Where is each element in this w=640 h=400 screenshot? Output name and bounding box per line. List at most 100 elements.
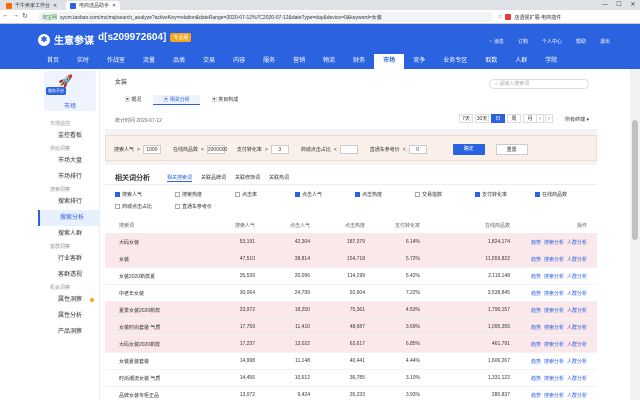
date-range-button[interactable]: 周 (507, 114, 521, 123)
browser-tab-active[interactable]: 电商选品助手 ✕ (66, 1, 121, 10)
nav-item[interactable]: 物流 (314, 54, 344, 69)
nav-item[interactable]: 服务 (254, 54, 284, 69)
row-action-link[interactable]: 趋势 (531, 240, 541, 246)
star-icon[interactable]: ☆ (498, 14, 502, 20)
category-name[interactable]: 女装 (115, 77, 127, 86)
close-window-button[interactable]: ✕ (626, 0, 640, 10)
metric-checkbox[interactable]: 在线商品数 (535, 191, 595, 198)
row-action-link[interactable]: 趋势 (531, 325, 541, 331)
sidebar-item[interactable]: 搜索分析 (38, 210, 100, 226)
analysis-tab[interactable]: 相关搜索词 (167, 174, 193, 182)
row-action-link[interactable]: 搜索分析 (544, 342, 564, 348)
date-range-button[interactable]: 日 (491, 114, 505, 123)
row-action-link[interactable]: 搜索分析 (544, 325, 564, 331)
next-date-icon[interactable]: › (545, 114, 553, 123)
row-action-link[interactable]: 人群分析 (567, 274, 587, 280)
close-icon[interactable]: ✕ (112, 3, 116, 9)
row-action-link[interactable]: 人群分析 (567, 291, 587, 297)
nav-item[interactable]: 实时 (68, 54, 98, 69)
column-header[interactable]: 点击热度 (310, 222, 365, 229)
metric-checkbox[interactable]: 支付转化率 (475, 191, 535, 198)
metric-checkbox[interactable]: 点击率 (235, 191, 295, 198)
nav-item[interactable]: 内容 (224, 54, 254, 69)
analysis-tab[interactable]: 关联品牌词 (201, 174, 226, 182)
sidebar-item[interactable]: 监控看板 (38, 128, 100, 144)
row-action-link[interactable]: 趋势 (531, 291, 541, 297)
logo[interactable]: ✱ 生意参谋 (38, 32, 94, 47)
filter-input[interactable]: 0 (408, 145, 427, 154)
row-action-link[interactable]: 人群分析 (567, 342, 587, 348)
sub-tab[interactable]: ▣ 概况 (115, 95, 151, 105)
search-input[interactable]: ⌕ 请输入搜索词 (489, 79, 589, 89)
checkbox-box[interactable] (115, 192, 120, 197)
browser-tab[interactable]: 千牛卖家工作台 ✕ (2, 1, 61, 10)
nav-item[interactable]: 竞争 (404, 54, 434, 69)
sidebar-item[interactable]: 产品洞察 (38, 324, 100, 340)
filter-input[interactable]: 3 (270, 145, 289, 154)
row-action-link[interactable]: 搜索分析 (544, 308, 564, 314)
row-action-link[interactable]: 人群分析 (567, 325, 587, 331)
row-action-link[interactable]: 搜索分析 (544, 359, 564, 365)
nav-item[interactable]: 流量 (134, 54, 164, 69)
nav-item[interactable]: 人群 (506, 54, 536, 69)
checkbox-box[interactable] (115, 204, 120, 209)
sub-tab[interactable]: ▣ 相关分析 (153, 95, 200, 105)
sidebar-item[interactable]: 属性洞察 (38, 292, 100, 308)
analysis-tab[interactable]: 关联热词 (269, 174, 289, 182)
sidebar-item[interactable]: 市场大盘 (38, 153, 100, 169)
row-action-link[interactable]: 趋势 (531, 393, 541, 399)
close-icon[interactable]: ✕ (53, 3, 57, 9)
filter-input[interactable] (339, 145, 358, 154)
nav-item[interactable]: 品类 (164, 54, 194, 69)
metric-checkbox[interactable]: 搜索人气 (115, 191, 175, 198)
metric-checkbox[interactable]: 点击热度 (355, 191, 415, 198)
nav-item[interactable]: 交易 (194, 54, 224, 69)
checkbox-box[interactable] (175, 192, 180, 197)
analysis-tab[interactable]: 关联修饰词 (235, 174, 260, 182)
nav-item[interactable]: 作战室 (98, 54, 134, 69)
row-action-link[interactable]: 搜索分析 (544, 393, 564, 399)
scrollbar-thumb[interactable] (632, 120, 638, 240)
sidebar-item[interactable]: 属性分析 (38, 308, 100, 324)
extension-label[interactable]: 店透视扩展-电商插件 (514, 14, 561, 21)
url-field[interactable]: 淘宝网 sycm.taobao.com/mc/mq/search_analyze… (38, 12, 493, 22)
logout-link[interactable]: 退出 (600, 38, 610, 45)
row-action-link[interactable]: 人群分析 (567, 257, 587, 263)
row-action-link[interactable]: 搜索分析 (544, 274, 564, 280)
checkbox-box[interactable] (475, 192, 480, 197)
date-range-button[interactable]: 30天 (475, 114, 489, 123)
metric-checkbox[interactable]: 交易指数 (415, 191, 475, 198)
metric-checkbox[interactable]: 点击人气 (295, 191, 355, 198)
confirm-button[interactable]: 确定 (452, 144, 485, 155)
metric-checkbox[interactable]: 直通车参考价 (175, 203, 235, 210)
messages-link[interactable]: ◔ 消息 (489, 38, 504, 46)
column-header[interactable]: 在线商品数 (420, 222, 510, 229)
row-action-link[interactable]: 搜索分析 (544, 240, 564, 246)
row-action-link[interactable]: 趋势 (531, 257, 541, 263)
row-action-link[interactable]: 趋势 (531, 274, 541, 280)
minimize-button[interactable]: — (598, 0, 612, 10)
row-action-link[interactable]: 趋势 (531, 359, 541, 365)
column-header[interactable]: 点击人气 (255, 222, 310, 229)
reset-button[interactable]: 重置 (495, 144, 528, 155)
row-action-link[interactable]: 搜索分析 (544, 291, 564, 297)
nav-item[interactable]: 学院 (536, 54, 566, 69)
nav-item[interactable]: 财务 (344, 54, 374, 69)
row-action-link[interactable]: 搜索分析 (544, 376, 564, 382)
row-action-link[interactable]: 人群分析 (567, 393, 587, 399)
sidebar-item[interactable]: 搜索排行 (38, 194, 100, 210)
date-range-button[interactable]: 7天 (459, 114, 473, 123)
forward-arrow-icon[interactable]: → (12, 12, 19, 20)
row-action-link[interactable]: 搜索分析 (544, 257, 564, 263)
back-arrow-icon[interactable]: ← (2, 12, 9, 20)
metric-checkbox[interactable]: 商城点击占比 (115, 203, 175, 210)
profile-link[interactable]: 个人中心 (542, 38, 562, 45)
nav-item[interactable]: 市场 (374, 54, 405, 69)
help-link[interactable]: 帮助 (576, 38, 586, 45)
row-action-link[interactable]: 人群分析 (567, 359, 587, 365)
checkbox-box[interactable] (535, 192, 540, 197)
sidebar-item[interactable]: 客群透视 (38, 267, 100, 283)
row-action-link[interactable]: 趋势 (531, 376, 541, 382)
nav-item[interactable]: 首页 (38, 54, 68, 69)
row-action-link[interactable]: 人群分析 (567, 240, 587, 246)
